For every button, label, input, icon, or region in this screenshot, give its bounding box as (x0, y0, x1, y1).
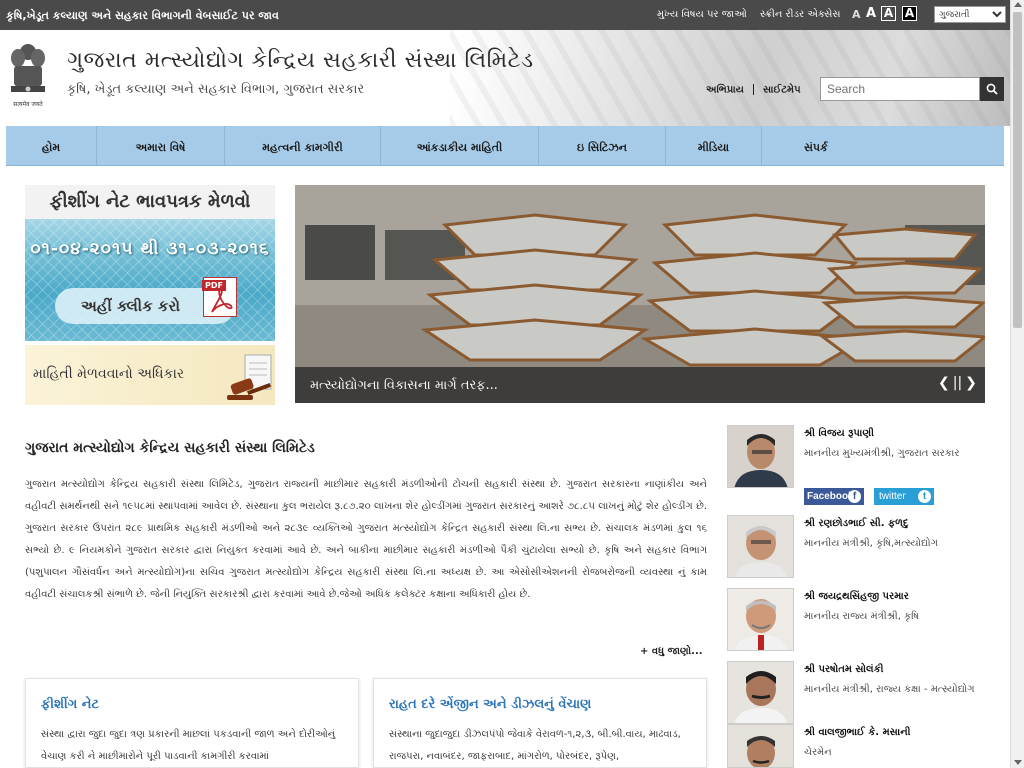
nav-item-statistics[interactable]: આંકડાકીય માહિતી (381, 126, 539, 166)
next-slide-icon[interactable]: ❯ (965, 375, 977, 391)
person-name: શ્રી વાલજીભાઈ કે. મસાની (804, 727, 911, 738)
card-title[interactable]: ફીશીંગ નેટ (41, 697, 99, 712)
site-header: सत्यमेव जयते ગુજરાત મત્સ્યોદ્યોગ કેન્દ્ર… (0, 30, 1010, 126)
portrait-image (728, 725, 793, 767)
department-website-link[interactable]: કૃષિ,ખેડૂત કલ્યાણ અને સહકાર વિભાગની વેબસ… (6, 9, 279, 23)
search-icon (986, 83, 998, 95)
search-input[interactable] (820, 77, 980, 101)
facebook-label: Facebook (807, 491, 854, 502)
nav-item-home[interactable]: હોમ (6, 126, 97, 166)
twitter-label: twitter (879, 491, 906, 502)
language-select[interactable]: ગુજરાતી (934, 6, 1006, 23)
font-size-large-button[interactable]: A (881, 6, 896, 21)
search-button[interactable] (980, 77, 1004, 101)
site-subtitle: કૃષિ, ખેડૂત કલ્યાણ અને સહકાર વિભાગ, ગુજર… (67, 82, 365, 97)
person-name: શ્રી જયદ્રથસિંહજી પરમાર (804, 591, 909, 602)
scroll-up-arrow-icon[interactable] (1014, 2, 1022, 7)
screen-reader-link[interactable]: સ્ક્રીન રીડર એક્સેસ (760, 9, 840, 20)
header-link-divider (752, 84, 754, 95)
engine-diesel-card[interactable]: રાહત દરે એંજીન અને ડીઝલનું વેંચાણ સંસ્થા… (373, 678, 707, 768)
site-title[interactable]: ગુજરાત મત્સ્યોદ્યોગ કેન્દ્રિય સહકારી સંસ… (67, 48, 534, 73)
person-name: શ્રી વિજય રૂપાણી (804, 428, 874, 439)
person-photo (727, 724, 794, 768)
person-name: શ્રી રણછોડભાઈ સી. ફળદુ (804, 518, 909, 529)
nav-item-important-work[interactable]: મહત્વની કામગીરી (225, 126, 381, 166)
header-links: અભિપ્રાય સાઈટમેપ (706, 84, 801, 96)
emblem-motto: सत्यमेव जयते (13, 100, 43, 108)
nav-item-about-us[interactable]: અમારા વિષે (97, 126, 225, 166)
intro-heading: ગુજરાત મત્સ્યોદ્યોગ કેન્દ્રિય સહકારી સંસ… (25, 440, 315, 456)
slider-caption-bar: મત્સ્યોદ્યોગના વિકાસના માર્ગ તરફ... ❮ ||… (295, 367, 985, 403)
main-navigation: હોમ અમારા વિષે મહત્વની કામગીરી આંકડાકીય … (6, 126, 1004, 166)
fishing-net-card[interactable]: ફીશીંગ નેટ સંસ્થા દ્વારા જુદા જુદા ત્રણ … (25, 678, 359, 768)
person-photo (727, 661, 794, 724)
portrait-image (728, 662, 793, 723)
font-size-small-button[interactable]: A (852, 8, 861, 21)
person-role: માનનીય રાજ્ય મંત્રીશ્રી, કૃષિ (804, 611, 920, 622)
fishing-net-banner-dates: ૦૧-૦૪-૨૦૧૫ થી ૩૧-૦૩-૨૦૧૬ (30, 239, 270, 259)
person-photo (727, 588, 794, 651)
national-emblem-icon: सत्यमेव जयते (11, 44, 45, 108)
skip-to-content-link[interactable]: મુખ્ય વિષય પર જાઓ (657, 9, 747, 20)
right-to-information-banner[interactable]: માહિતી મેળવવાનો અધિકાર (25, 345, 275, 405)
read-more-link[interactable]: + વધુ જાણો... (640, 646, 703, 657)
scroll-down-arrow-icon[interactable] (1014, 760, 1022, 765)
person-name: શ્રી પરષોતમ સોલંકી (804, 664, 884, 675)
slider-controls: ❮ || ❯ (938, 375, 977, 391)
nav-item-e-citizen[interactable]: ઇ સિટિઝન (539, 126, 666, 166)
card-title[interactable]: રાહત દરે એંજીન અને ડીઝલનું વેંચાણ (389, 697, 591, 712)
card-text: સંસ્થા દ્વારા જુદા જુદા ત્રણ પ્રકારની મા… (41, 729, 336, 762)
rti-banner-text: માહિતી મેળવવાનો અધિકાર (33, 366, 185, 382)
person-photo (727, 515, 794, 578)
page-scrollbar[interactable] (1010, 0, 1024, 768)
pdf-tag: PDF (202, 280, 226, 291)
fishing-net-banner-title: ફીશીંગ નેટ ભાવપત્રક મેળવો (25, 185, 275, 219)
person-role: ચેરમેન (804, 747, 832, 758)
font-size-medium-button[interactable]: A (866, 6, 876, 21)
nav-item-media[interactable]: મીડિયા (666, 126, 762, 166)
gavel-icon (227, 354, 272, 400)
facebook-icon: f (848, 490, 861, 503)
high-contrast-button[interactable]: A (902, 6, 917, 21)
card-text: સંસ્થાના જુદાજુદા ડીઝલપંપો જેવાકે વેરાવળ… (389, 729, 681, 762)
twitter-icon: t (918, 490, 931, 503)
portrait-image (728, 426, 793, 487)
fishing-net-price-banner[interactable]: ફીશીંગ નેટ ભાવપત્રક મેળવો ૦૧-૦૪-૨૦૧૫ થી … (25, 185, 275, 341)
slider-caption: મત્સ્યોદ્યોગના વિકાસના માર્ગ તરફ... (310, 378, 498, 393)
person-photo (727, 425, 794, 488)
intro-paragraph: ગુજરાત મત્સ્યોદ્યોગ કેન્દ્રિય સહકારી સંસ… (25, 479, 707, 600)
social-links: Facebook f twitter t (804, 488, 934, 505)
nav-item-contact[interactable]: સંપર્ક (762, 126, 1004, 166)
person-role: માનનીય મુખ્યમંત્રીશ્રી, ગુજરાત સરકાર (804, 448, 960, 459)
person-role: માનનીય મંત્રીશ્રી, રાજ્ય કક્ષા - મત્સ્યો… (804, 684, 975, 695)
pdf-icon: PDF (202, 277, 237, 317)
image-slider[interactable]: મત્સ્યોદ્યોગના વિકાસના માર્ગ તરફ... ❮ ||… (295, 185, 985, 403)
pause-slide-icon[interactable]: || (953, 375, 962, 391)
top-bar: કૃષિ,ખેડૂત કલ્યાણ અને સહકાર વિભાગની વેબસ… (0, 0, 1010, 30)
person-role: માનનીય મંત્રીશ્રી, કૃષિ,મત્સ્યોદ્યોગ (804, 538, 938, 549)
previous-slide-icon[interactable]: ❮ (938, 375, 950, 391)
twitter-button[interactable]: twitter t (874, 488, 934, 505)
portrait-image (728, 516, 793, 577)
feedback-link[interactable]: અભિપ્રાય (706, 85, 744, 96)
portrait-image (728, 589, 793, 650)
sitemap-link[interactable]: સાઈટમેપ (763, 85, 801, 96)
facebook-button[interactable]: Facebook f (804, 488, 864, 505)
scrollbar-thumb[interactable] (1013, 12, 1022, 328)
